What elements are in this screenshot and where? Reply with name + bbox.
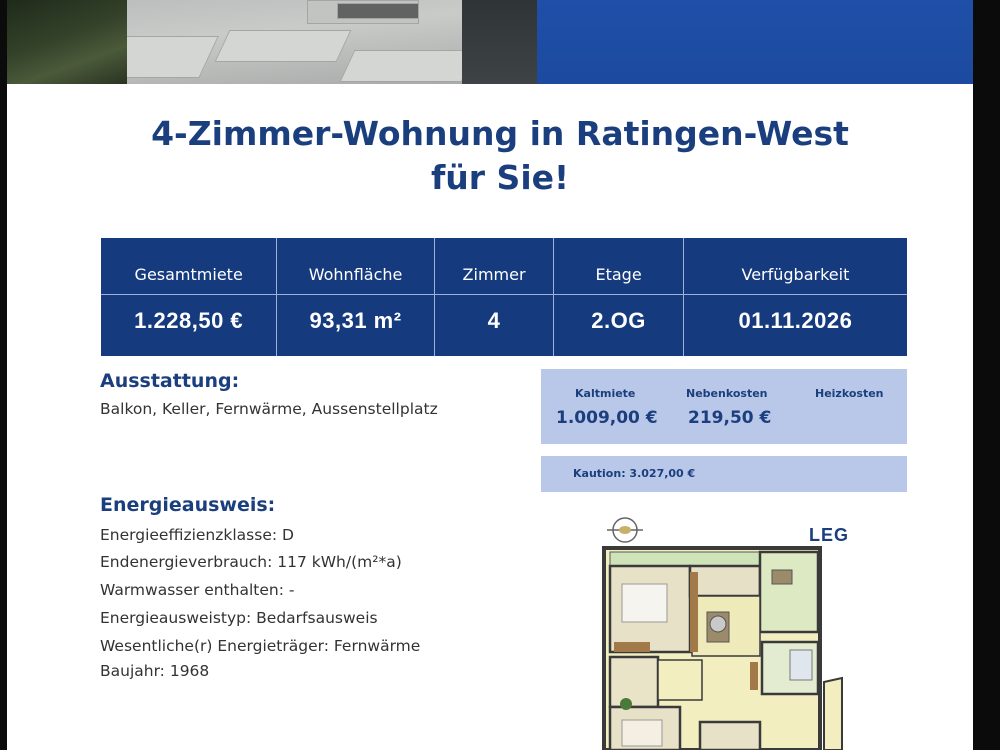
fact-zimmer: Zimmer 4 — [435, 238, 555, 356]
fact-label: Verfügbarkeit — [741, 265, 850, 284]
key-facts-table: Gesamtmiete 1.228,50 € Wohnfläche 93,31 … — [101, 238, 907, 356]
kaution-box: Kaution: 3.027,00 € — [541, 456, 907, 492]
compass-icon — [607, 517, 643, 543]
fact-label: Zimmer — [462, 265, 526, 284]
title-line-2: für Sie! — [430, 158, 570, 197]
energie-line: Wesentliche(r) Energieträger: Fernwärme — [100, 637, 421, 655]
fact-value: 2.OG — [591, 308, 646, 333]
nebenkosten-label: Nebenkosten — [686, 387, 768, 400]
floor-plan — [602, 517, 843, 750]
kaution-text: Kaution: 3.027,00 € — [573, 467, 696, 480]
fact-verfuegbarkeit: Verfügbarkeit 01.11.2026 — [684, 238, 907, 356]
energie-line: Endenergieverbrauch: 117 kWh/(m²*a) — [100, 553, 402, 571]
title-line-1: 4-Zimmer-Wohnung in Ratingen-West — [151, 114, 849, 153]
energie-line: Baujahr: 1968 — [100, 662, 210, 680]
fact-label: Gesamtmiete — [134, 265, 243, 284]
fact-label: Etage — [595, 265, 642, 284]
fact-etage: Etage 2.OG — [554, 238, 684, 356]
ausstattung-heading: Ausstattung: — [100, 370, 240, 392]
fact-value: 4 — [487, 308, 501, 333]
fact-wohnflaeche: Wohnfläche 93,31 m² — [277, 238, 435, 356]
fact-gesamtmiete: Gesamtmiete 1.228,50 € — [101, 238, 278, 356]
energie-line: Energieausweistyp: Bedarfsausweis — [100, 609, 378, 627]
page-title: 4-Zimmer-Wohnung in Ratingen-West für Si… — [7, 112, 973, 200]
ausstattung-text: Balkon, Keller, Fernwärme, Aussenstellpl… — [100, 400, 438, 418]
fact-value: 1.228,50 € — [134, 308, 244, 333]
fact-value: 93,31 m² — [309, 308, 402, 333]
listing-page: 4-Zimmer-Wohnung in Ratingen-West für Si… — [7, 0, 973, 750]
fact-label: Wohnfläche — [308, 265, 403, 284]
cost-box: Kaltmiete 1.009,00 € Nebenkosten 219,50 … — [541, 369, 907, 444]
heizkosten-label: Heizkosten — [815, 387, 884, 400]
kaltmiete-value: 1.009,00 € — [556, 408, 658, 428]
energie-line: Warmwasser enthalten: - — [100, 581, 295, 599]
energie-line: Energieeffizienzklasse: D — [100, 526, 294, 544]
fact-value: 01.11.2026 — [738, 308, 853, 333]
nebenkosten-value: 219,50 € — [688, 408, 772, 428]
energie-heading: Energieausweis: — [100, 494, 276, 516]
hero-photo — [7, 0, 973, 84]
kaltmiete-label: Kaltmiete — [575, 387, 636, 400]
